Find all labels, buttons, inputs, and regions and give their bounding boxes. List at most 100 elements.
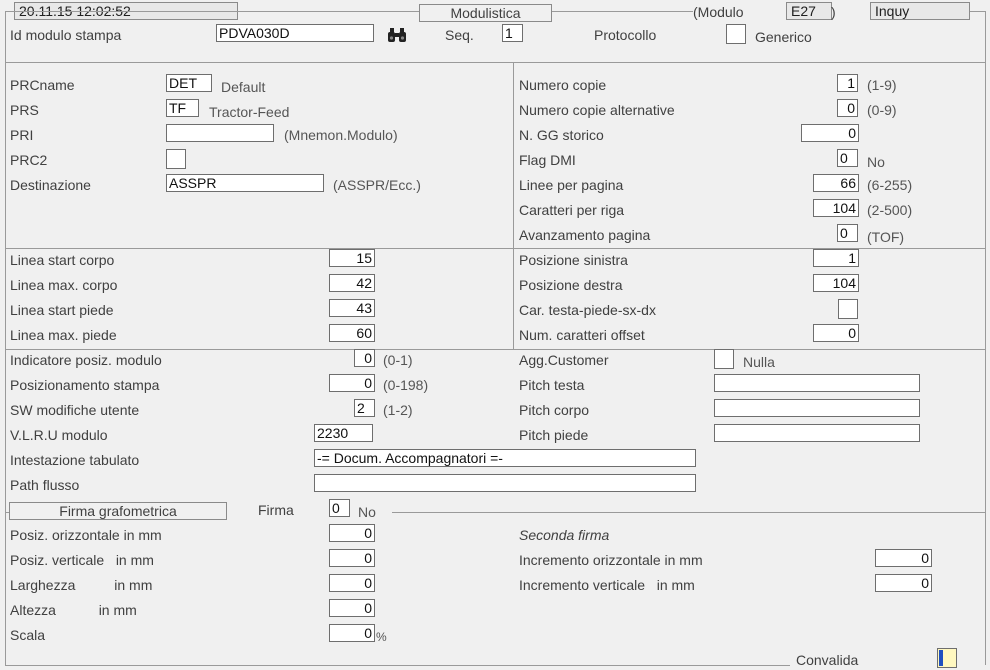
posizionamento-stampa-input[interactable]: 0 xyxy=(329,374,375,392)
numero-copie-alt-label: Numero copie alternative xyxy=(519,102,675,118)
linee-pagina-hint: (6-255) xyxy=(867,177,913,193)
prc2-checkbox[interactable] xyxy=(166,149,186,169)
firma-desc: No xyxy=(358,504,376,520)
posiz-verticale-input[interactable]: 0 xyxy=(329,549,375,567)
sw-modifiche-input[interactable]: 2 xyxy=(354,399,375,417)
convalida-button[interactable] xyxy=(937,648,957,668)
flag-dmi-label: Flag DMI xyxy=(519,152,576,168)
pitch-corpo-label: Pitch corpo xyxy=(519,402,590,418)
pri-hint: (Mnemon.Modulo) xyxy=(284,127,398,143)
prs-desc: Tractor-Feed xyxy=(209,104,290,120)
posiz-orizzontale-label: Posiz. orizzontale in mm xyxy=(10,527,162,543)
posizione-sinistra-label: Posizione sinistra xyxy=(519,252,628,268)
larghezza-input[interactable]: 0 xyxy=(329,574,375,592)
frame-bottom xyxy=(5,665,790,666)
car-testa-piede-checkbox[interactable] xyxy=(838,299,858,319)
numero-copie-alt-input[interactable]: 0 xyxy=(837,99,858,117)
pitch-testa-input[interactable] xyxy=(714,374,920,392)
avanzamento-label: Avanzamento pagina xyxy=(519,227,651,243)
altezza-label: Altezza in mm xyxy=(10,602,137,618)
scala-input[interactable]: 0 xyxy=(329,624,375,642)
prs-input[interactable]: TF xyxy=(166,99,199,117)
frame-top-end xyxy=(970,11,985,12)
intestazione-input[interactable]: -= Docum. Accompagnatori =- xyxy=(314,449,696,467)
incremento-orizzontale-input[interactable]: 0 xyxy=(875,549,932,567)
vlru-label: V.L.R.U modulo xyxy=(10,427,108,443)
firma-divider-right xyxy=(392,512,985,513)
sw-modifiche-hint: (1-2) xyxy=(383,402,413,418)
caratteri-riga-label: Caratteri per riga xyxy=(519,202,625,218)
convalida-label: Convalida xyxy=(796,652,859,668)
linea-start-piede-input[interactable]: 43 xyxy=(329,299,375,317)
indicatore-posiz-hint: (0-1) xyxy=(383,352,413,368)
ngg-storico-input[interactable]: 0 xyxy=(801,124,859,142)
intestazione-label: Intestazione tabulato xyxy=(10,452,140,468)
path-flusso-input[interactable] xyxy=(314,474,696,492)
indicatore-posiz-input[interactable]: 0 xyxy=(354,349,375,367)
generico-label: Generico xyxy=(755,29,812,45)
protocollo-checkbox[interactable] xyxy=(726,24,746,44)
frame-top-right xyxy=(552,11,693,12)
agg-customer-checkbox[interactable] xyxy=(714,349,734,369)
id-modulo-label: Id modulo stampa xyxy=(10,27,122,43)
larghezza-label: Larghezza in mm xyxy=(10,577,153,593)
posizione-destra-label: Posizione destra xyxy=(519,277,623,293)
caratteri-riga-input[interactable]: 104 xyxy=(813,199,859,217)
pitch-piede-input[interactable] xyxy=(714,424,920,442)
prcname-input[interactable]: DET xyxy=(166,74,212,92)
linea-max-corpo-input[interactable]: 42 xyxy=(329,274,375,292)
incremento-verticale-input[interactable]: 0 xyxy=(875,574,932,592)
frame-top-left xyxy=(5,11,419,12)
avanzamento-input[interactable]: 0 xyxy=(837,224,858,242)
destinazione-input[interactable]: ASSPR xyxy=(166,174,324,192)
agg-customer-desc: Nulla xyxy=(743,354,775,370)
binoculars-icon[interactable] xyxy=(387,26,407,47)
posiz-orizzontale-input[interactable]: 0 xyxy=(329,524,375,542)
divider-1 xyxy=(5,62,985,63)
firma-section-title: Firma grafometrica xyxy=(9,502,227,520)
indicatore-posiz-label: Indicatore posiz. modulo xyxy=(10,352,162,368)
flag-dmi-input[interactable]: 0 xyxy=(837,149,858,167)
avanzamento-hint: (TOF) xyxy=(867,229,905,245)
numero-copie-label: Numero copie xyxy=(519,77,607,93)
module-code: E27 xyxy=(786,2,832,20)
posizionamento-stampa-label: Posizionamento stampa xyxy=(10,377,160,393)
seq-label: Seq. xyxy=(445,27,474,43)
path-flusso-label: Path flusso xyxy=(10,477,80,493)
numero-copie-alt-hint: (0-9) xyxy=(867,102,897,118)
linea-start-corpo-input[interactable]: 15 xyxy=(329,249,375,267)
convalida-marker-icon xyxy=(939,650,943,666)
posizionamento-stampa-hint: (0-198) xyxy=(383,377,429,393)
linea-max-piede-label: Linea max. piede xyxy=(10,327,117,343)
linea-max-piede-input[interactable]: 60 xyxy=(329,324,375,342)
numero-copie-input[interactable]: 1 xyxy=(837,74,858,92)
num-caratteri-offset-label: Num. caratteri offset xyxy=(519,327,645,343)
scala-label: Scala xyxy=(10,627,46,643)
numero-copie-hint: (1-9) xyxy=(867,77,897,93)
posizione-destra-input[interactable]: 104 xyxy=(813,274,859,292)
incremento-orizzontale-label: Incremento orizzontale in mm xyxy=(519,552,703,568)
num-caratteri-offset-input[interactable]: 0 xyxy=(813,324,859,342)
module-close: ) xyxy=(831,4,836,20)
linea-start-corpo-label: Linea start corpo xyxy=(10,252,115,268)
pitch-piede-label: Pitch piede xyxy=(519,427,589,443)
seq-input[interactable]: 1 xyxy=(502,24,523,42)
frame-right xyxy=(985,11,986,665)
prs-label: PRS xyxy=(10,102,39,118)
page-title: Modulistica xyxy=(419,4,552,22)
posiz-verticale-label: Posiz. verticale in mm xyxy=(10,552,154,568)
vlru-input[interactable]: 2230 xyxy=(314,424,373,442)
altezza-input[interactable]: 0 xyxy=(329,599,375,617)
posizione-sinistra-input[interactable]: 1 xyxy=(813,249,859,267)
linee-pagina-input[interactable]: 66 xyxy=(813,174,859,192)
pitch-corpo-input[interactable] xyxy=(714,399,920,417)
linea-max-corpo-label: Linea max. corpo xyxy=(10,277,118,293)
protocollo-label: Protocollo xyxy=(594,27,657,43)
frame-left xyxy=(5,11,6,665)
destinazione-label: Destinazione xyxy=(10,177,91,193)
pri-input[interactable] xyxy=(166,124,274,142)
divider-3 xyxy=(5,349,985,350)
linee-pagina-label: Linee per pagina xyxy=(519,177,624,193)
firma-input[interactable]: 0 xyxy=(329,499,350,517)
id-modulo-input[interactable]: PDVA030D xyxy=(216,24,374,42)
